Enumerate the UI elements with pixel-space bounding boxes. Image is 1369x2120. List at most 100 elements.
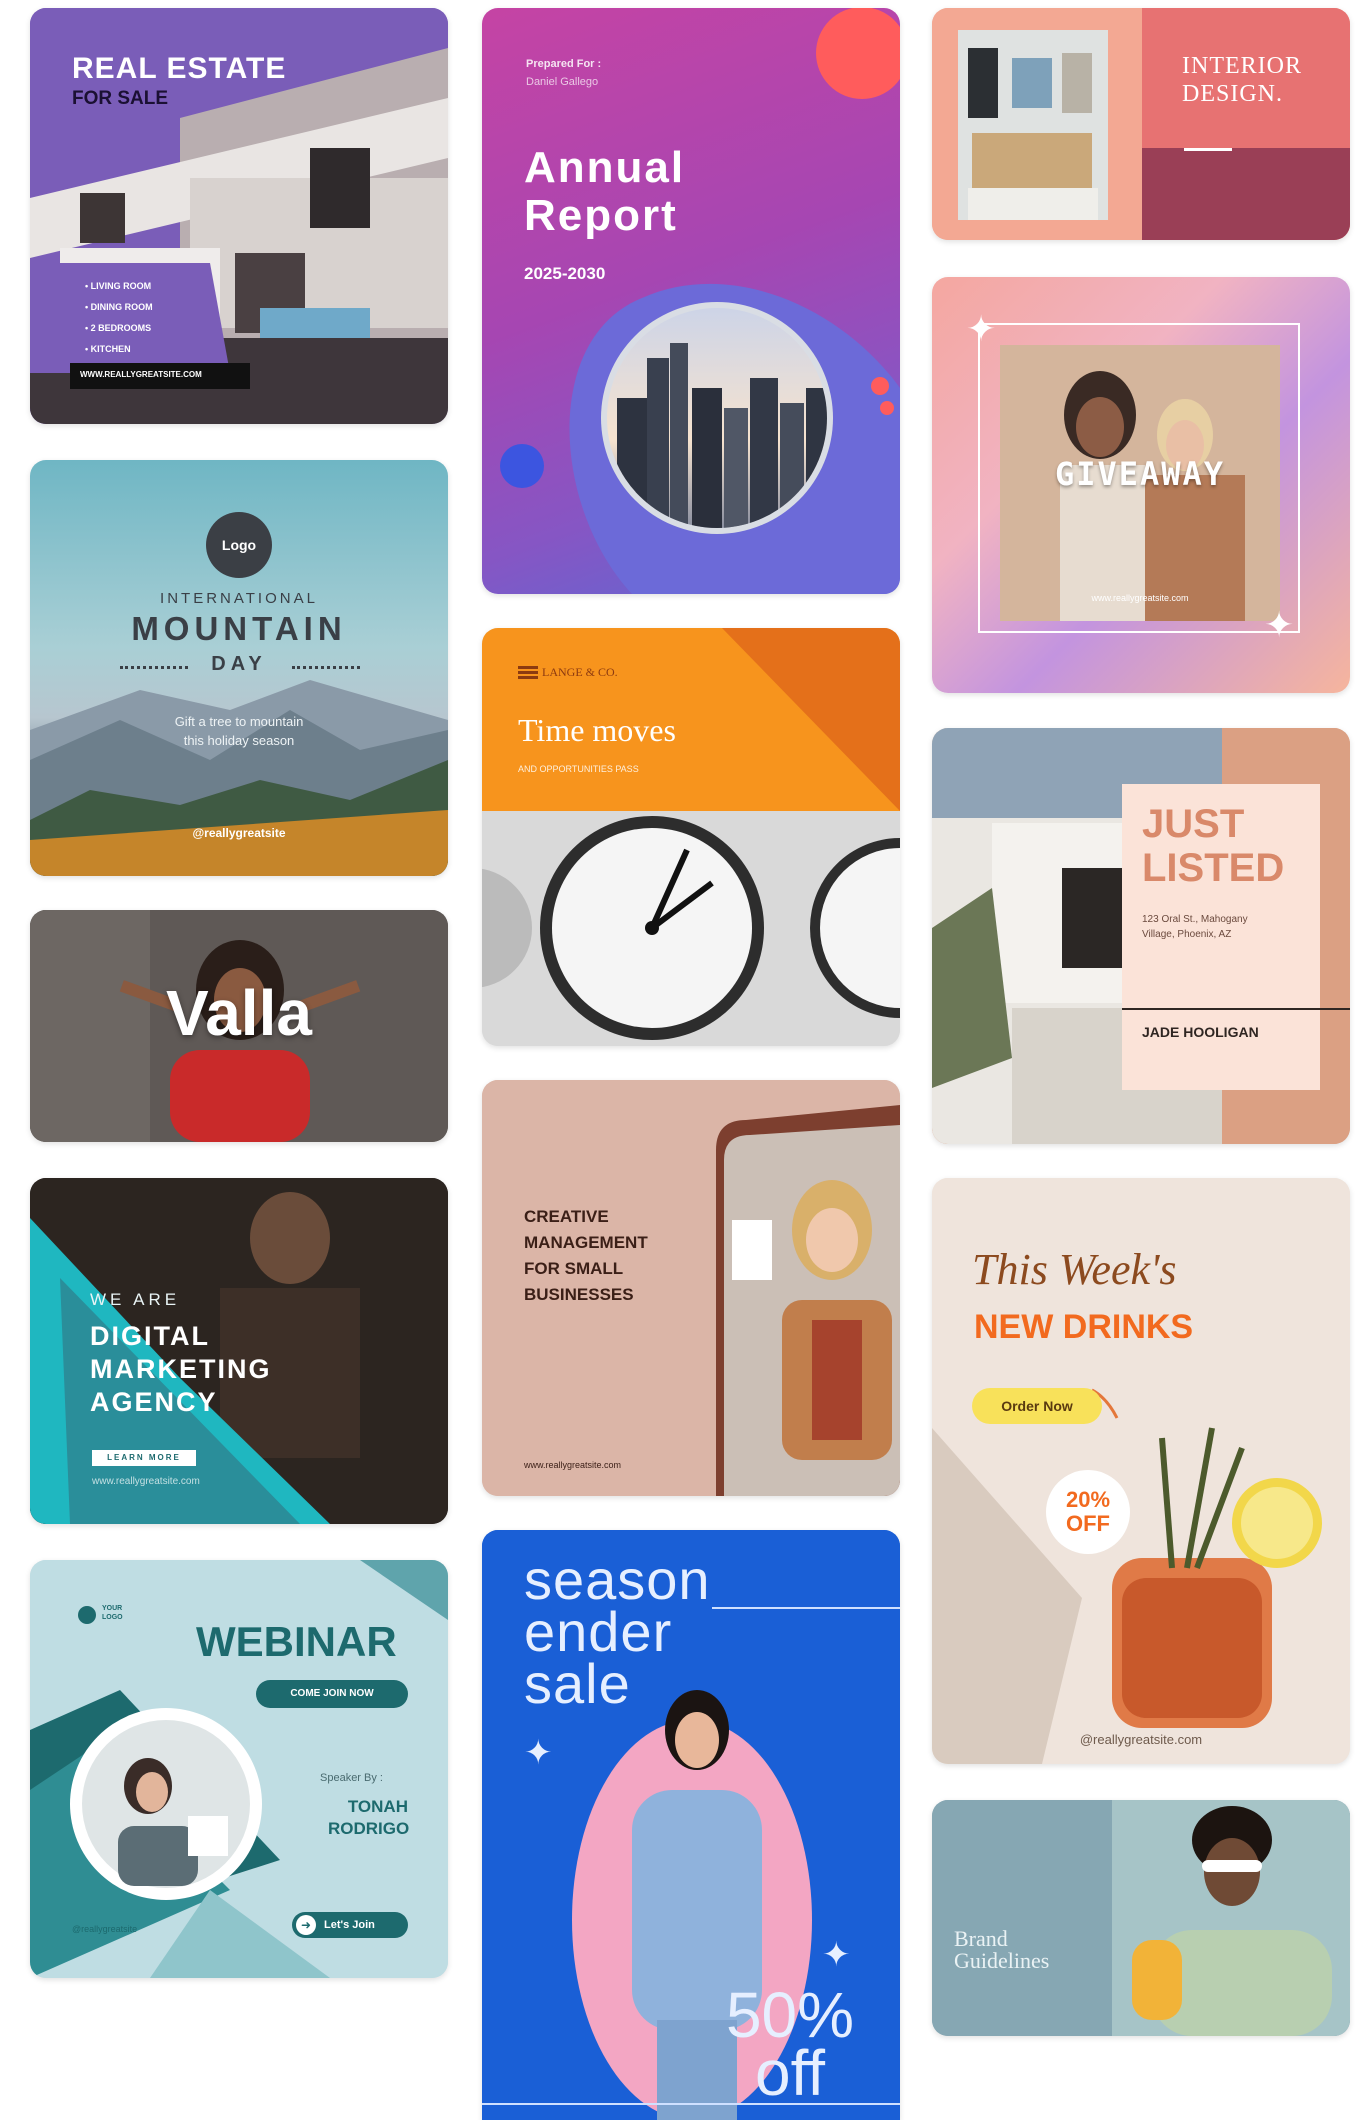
headline-line: season (524, 1548, 711, 1611)
title-line: Guidelines (954, 1948, 1050, 1973)
headline-line: AGENCY (90, 1387, 218, 1417)
discount-line: off (755, 2037, 825, 2109)
learn-more-button[interactable]: LEARN MORE (92, 1450, 196, 1466)
digital-headline: DIGITAL MARKETING AGENCY (90, 1320, 272, 1419)
sparkle-icon: ✦ (524, 1734, 553, 1772)
listing-agent-name: JADE HOOLIGAN (1142, 1024, 1259, 1040)
title-line: INTERIOR (1182, 53, 1302, 79)
interior-design-template-card[interactable]: INTERIOR DESIGN. (932, 8, 1350, 240)
real-estate-features-list: • LIVING ROOM • DINING ROOM • 2 BEDROOMS… (85, 276, 153, 360)
real-estate-template-card[interactable]: REAL ESTATE FOR SALE • LIVING ROOM • DIN… (30, 8, 448, 424)
mountain-line-international: INTERNATIONAL (160, 590, 318, 607)
title-line: Annual (524, 143, 686, 192)
tagline-line: Gift a tree to mountain (174, 714, 304, 729)
title-line: Report (524, 191, 678, 240)
webinar-title: WEBINAR (196, 1618, 397, 1665)
real-estate-title: REAL ESTATE (72, 52, 287, 85)
season-headline: season ender sale (524, 1548, 711, 1715)
headline-line: ender (524, 1600, 673, 1663)
listing-address: 123 Oral St., Mahogany Village, Phoenix,… (1142, 912, 1248, 942)
address-line: 123 Oral St., Mahogany (1142, 914, 1248, 925)
drinks-handle: @reallygreatsite.com (1079, 1732, 1203, 1747)
mountain-line-day: DAY (211, 653, 267, 675)
logo-badge: Logo (206, 512, 272, 578)
annual-report-title: Annual Report (524, 144, 685, 240)
webinar-handle: @reallygreatsite (72, 1924, 138, 1934)
real-estate-website: WWW.REALLYGREATSITE.COM (80, 370, 202, 379)
title-line: DESIGN. (1182, 81, 1283, 107)
brand-guidelines-template-card[interactable]: Brand Guidelines (932, 1800, 1350, 2036)
drinks-title: NEW DRINKS (974, 1308, 1194, 1346)
headline-line: MANAGEMENT (524, 1233, 648, 1252)
your-logo-text: YOUR LOGO (102, 1604, 123, 1622)
badge-line: OFF (1066, 1511, 1110, 1536)
headline-line: CREATIVE (524, 1207, 609, 1226)
mountain-line-mountain: MOUNTAIN (131, 610, 347, 647)
new-drinks-template-card[interactable]: This Week's NEW DRINKS Order Now 20% OFF… (932, 1178, 1350, 1764)
your-logo-icon (78, 1606, 96, 1624)
headline-line: FOR SMALL (524, 1259, 624, 1278)
time-brand: LANGE & CO. (542, 665, 618, 679)
order-now-button[interactable]: Order Now (972, 1388, 1102, 1424)
brand-guidelines-photo (932, 1800, 1350, 2036)
valla-title: Valla (166, 977, 312, 1049)
headline-line: MARKETING (90, 1354, 272, 1384)
feature-item: • DINING ROOM (85, 302, 153, 312)
dotted-divider-left (120, 666, 188, 669)
mountain-tagline: Gift a tree to mountain this holiday sea… (30, 712, 448, 750)
brand-guidelines-title: Brand Guidelines (954, 1928, 1049, 1972)
speaker-name-line: RODRIGO (328, 1819, 410, 1838)
interior-underline-divider (1184, 148, 1232, 151)
come-join-now-button[interactable]: COME JOIN NOW (256, 1680, 408, 1708)
real-estate-subtitle: FOR SALE (72, 88, 169, 109)
time-moves-clocks (482, 628, 900, 1046)
address-line: Village, Phoenix, AZ (1142, 929, 1232, 940)
digital-site: www.reallygreatsite.com (92, 1476, 200, 1487)
lets-join-button[interactable]: ➜ Let's Join (292, 1912, 408, 1938)
sparkle-icon: ✦ (966, 308, 997, 349)
digital-marketing-template-card[interactable]: WE ARE DIGITAL MARKETING AGENCY LEARN MO… (30, 1178, 448, 1524)
drinks-script-heading: This Week's (972, 1245, 1177, 1294)
annual-report-years: 2025-2030 (524, 264, 606, 283)
speaker-name-line: TONAH (347, 1797, 408, 1816)
season-discount: 50% off (700, 1979, 880, 2109)
mountain-handle: @reallygreatsite (192, 826, 286, 840)
tagline-line: this holiday season (183, 733, 295, 748)
creative-management-template-card[interactable]: CREATIVE MANAGEMENT FOR SMALL BUSINESSES… (482, 1080, 900, 1496)
interior-room-photo (932, 8, 1350, 240)
logo-line: YOUR (102, 1605, 123, 1612)
time-moves-template-card[interactable]: LANGE & CO. Time moves AND OPPORTUNITIES… (482, 628, 900, 1046)
giveaway-template-card[interactable]: GIVEAWAY www.reallygreatsite.com ✦ ✦ (932, 277, 1350, 693)
title-line: Brand (954, 1926, 1008, 1951)
webinar-template-card[interactable]: YOUR LOGO WEBINAR COME JOIN NOW Speaker … (30, 1560, 448, 1978)
digital-eyebrow: WE ARE (90, 1290, 181, 1309)
discount-line: 50% (725, 1979, 855, 2051)
season-ender-sale-template-card[interactable]: season ender sale ✦ ✦ 50% off (482, 1530, 900, 2120)
prepared-for-name: Daniel Gallego (526, 76, 599, 88)
giveaway-site: www.reallygreatsite.com (1091, 593, 1189, 603)
giveaway-title: GIVEAWAY (1054, 455, 1226, 493)
just-listed-title: JUST LISTED (1142, 802, 1284, 890)
dotted-divider-right (292, 666, 360, 669)
annual-report-template-card[interactable]: Prepared For : Daniel Gallego Annual Rep… (482, 8, 900, 594)
logo-line: LOGO (102, 1614, 123, 1621)
lets-join-label: Let's Join (324, 1919, 375, 1931)
lange-logo-icon (518, 666, 538, 680)
headline-line: sale (524, 1652, 631, 1715)
headline-line: DIGITAL (90, 1321, 210, 1351)
title-line: JUST (1142, 802, 1245, 846)
mountain-day-template-card[interactable]: Logo INTERNATIONAL MOUNTAIN DAY Gift a t… (30, 460, 448, 876)
arrow-right-icon: ➜ (296, 1915, 316, 1935)
speaker-label: Speaker By : (320, 1772, 383, 1784)
sparkle-icon: ✦ (822, 1936, 851, 1974)
creative-headline: CREATIVE MANAGEMENT FOR SMALL BUSINESSES (524, 1204, 648, 1308)
annual-report-shapes (500, 8, 900, 594)
just-listed-template-card[interactable]: JUST LISTED 123 Oral St., Mahogany Villa… (932, 728, 1350, 1144)
feature-item: • 2 BEDROOMS (85, 323, 152, 333)
creative-site: www.reallygreatsite.com (524, 1460, 622, 1470)
discount-badge: 20% OFF (1046, 1470, 1130, 1554)
headline-line: BUSINESSES (524, 1285, 634, 1304)
speaker-name: TONAH RODRIGO (328, 1796, 410, 1840)
valla-template-card[interactable]: Valla (30, 910, 448, 1142)
speaker-portrait (70, 1708, 262, 1900)
